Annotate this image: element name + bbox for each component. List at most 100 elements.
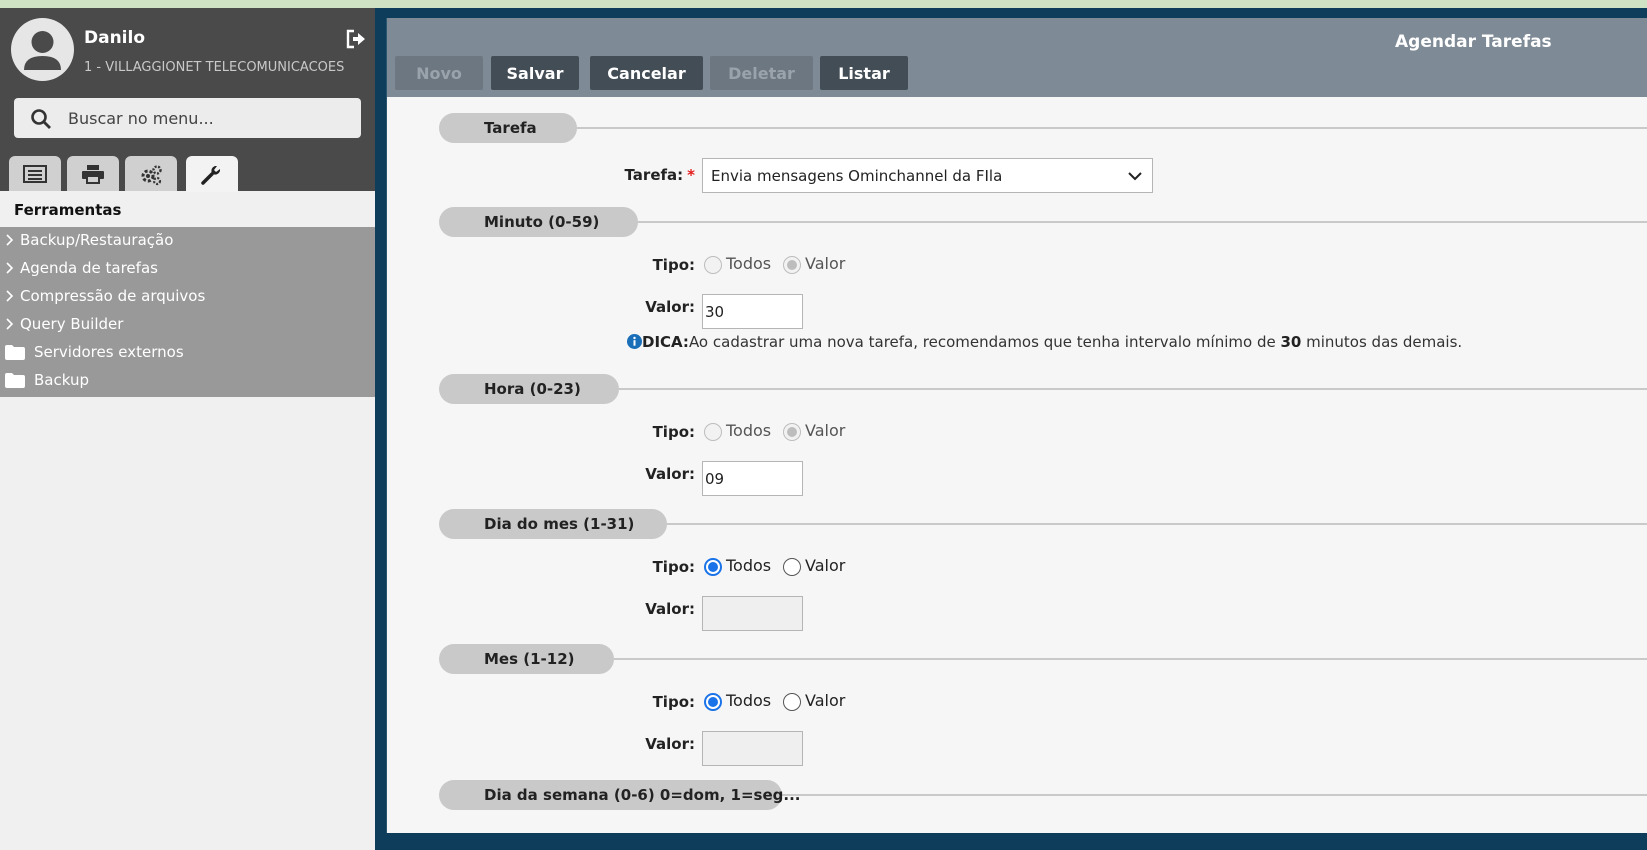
deletar-button[interactable]: Deletar (710, 56, 813, 90)
browser-top-strip (0, 0, 1647, 8)
hora-valor-radio[interactable] (783, 423, 801, 441)
tab-print[interactable] (67, 156, 119, 191)
tab-list[interactable] (9, 156, 61, 191)
mes-valor-input[interactable] (702, 731, 803, 766)
list-icon (23, 165, 47, 183)
folder-icon (5, 345, 25, 360)
tip-suffix: minutos das demais. (1301, 333, 1463, 351)
section-divider (572, 658, 1647, 660)
chevron-right-icon (6, 318, 14, 330)
menu-search-box (14, 98, 361, 138)
tab-settings[interactable] (125, 156, 177, 191)
mes-valor-radio[interactable] (783, 693, 801, 711)
section-divider (547, 127, 1647, 129)
section-dia-mes: Dia do mes (1-31) (439, 509, 667, 539)
gears-icon (141, 165, 162, 186)
dia-mes-valor-input[interactable] (702, 596, 803, 631)
tip-prefix: DICA: (642, 333, 689, 351)
sidebar-item-label: Servidores externos (34, 343, 184, 361)
salvar-button[interactable]: Salvar (491, 56, 579, 90)
sidebar-item-label: Agenda de tarefas (20, 259, 158, 277)
sidebar-item-agenda-tarefas[interactable]: Agenda de tarefas (0, 255, 375, 282)
sidebar-item-label: Query Builder (20, 315, 124, 333)
minuto-tip: DICA:Ao cadastrar uma nova tarefa, recom… (627, 333, 1462, 351)
sidebar-item-query-builder[interactable]: Query Builder (0, 311, 375, 338)
tarefa-select[interactable]: Envia mensagens Ominchannel da FIla (702, 158, 1153, 193)
hora-todos-label: Todos (726, 421, 772, 440)
dia-mes-tipo-label: Tipo: (652, 558, 695, 576)
section-minuto: Minuto (0-59) (439, 207, 638, 237)
menu-search-input[interactable] (68, 98, 348, 138)
user-name: Danilo (84, 28, 146, 48)
sidebar-item-label: Compressão de arquivos (20, 287, 206, 305)
listar-button[interactable]: Listar (820, 56, 908, 90)
print-icon (82, 165, 104, 184)
mes-valor-field-label: Valor: (645, 735, 695, 753)
tarefa-label-text: Tarefa: (624, 166, 684, 184)
mes-tipo-label: Tipo: (652, 693, 695, 711)
chevron-right-icon (6, 262, 14, 274)
chevron-right-icon (6, 234, 14, 246)
chevron-right-icon (6, 290, 14, 302)
sidebar-section-title: Ferramentas (14, 201, 122, 219)
folder-icon (5, 373, 25, 388)
minuto-valor-input[interactable] (702, 294, 803, 329)
dia-mes-todos-label: Todos (726, 556, 772, 575)
minuto-valor-radio[interactable] (783, 256, 801, 274)
hora-valor-field-label: Valor: (645, 465, 695, 483)
sidebar-item-backup-restauracao[interactable]: Backup/Restauração (0, 227, 375, 254)
tip-bold-value: 30 (1280, 333, 1302, 351)
sidebar-item-label: Backup (34, 371, 89, 389)
minuto-todos-label: Todos (726, 254, 772, 273)
section-divider (622, 523, 1647, 525)
window-toolbar: Agendar Tarefas Novo Salvar Cancelar Del… (387, 18, 1647, 97)
novo-button[interactable]: Novo (395, 56, 483, 90)
section-divider (762, 794, 1647, 796)
agendar-tarefas-window: Agendar Tarefas Novo Salvar Cancelar Del… (386, 18, 1647, 833)
sidebar-header: Danilo 1 - VILLAGGIONET TELECOMUNICACOES (0, 8, 375, 192)
dia-mes-valor-label: Valor (805, 556, 846, 575)
mes-todos-radio[interactable] (704, 693, 722, 711)
section-hora: Hora (0-23) (439, 374, 619, 404)
minuto-tipo-label: Tipo: (652, 256, 695, 274)
info-icon (627, 334, 642, 349)
section-dia-semana: Dia da semana (0-6) 0=dom, 1=seg... (439, 780, 800, 810)
minuto-valor-field-label: Valor: (645, 298, 695, 316)
hora-tipo-label: Tipo: (652, 423, 695, 441)
chevron-down-icon (1128, 172, 1142, 181)
mes-todos-label: Todos (726, 691, 772, 710)
user-avatar-icon (11, 18, 74, 81)
logout-icon[interactable] (345, 28, 367, 50)
mes-valor-label: Valor (805, 691, 846, 710)
hora-valor-label: Valor (805, 421, 846, 440)
dia-mes-todos-radio[interactable] (704, 558, 722, 576)
section-mes: Mes (1-12) (439, 644, 614, 674)
sidebar-item-servidores-externos[interactable]: Servidores externos (0, 339, 375, 366)
hora-todos-radio[interactable] (704, 423, 722, 441)
tab-tools[interactable] (186, 156, 238, 192)
tarefa-label: Tarefa: * (615, 166, 696, 184)
search-icon (30, 108, 52, 130)
minuto-todos-radio[interactable] (704, 256, 722, 274)
sidebar: Danilo 1 - VILLAGGIONET TELECOMUNICACOES (0, 8, 375, 850)
sidebar-menu-list: Backup/Restauração Agenda de tarefas Com… (0, 227, 375, 397)
form-content: Tarefa Tarefa: * Envia mensagens Ominchan… (387, 97, 1647, 833)
tarefa-select-value: Envia mensagens Ominchannel da FIla (711, 167, 1003, 185)
hora-valor-input[interactable] (702, 461, 803, 496)
user-company: 1 - VILLAGGIONET TELECOMUNICACOES (84, 60, 345, 75)
wrench-icon (201, 166, 220, 185)
section-divider (577, 388, 1647, 390)
sidebar-item-backup[interactable]: Backup (0, 367, 375, 394)
window-title: Agendar Tarefas (1395, 32, 1552, 52)
section-divider (597, 221, 1647, 223)
section-tarefa: Tarefa (439, 113, 577, 143)
dia-mes-valor-field-label: Valor: (645, 600, 695, 618)
sidebar-item-label: Backup/Restauração (20, 231, 174, 249)
cancelar-button[interactable]: Cancelar (590, 56, 703, 90)
required-mark: * (687, 166, 695, 184)
tip-text: Ao cadastrar uma nova tarefa, recomendam… (688, 333, 1281, 351)
sidebar-item-compressao-arquivos[interactable]: Compressão de arquivos (0, 283, 375, 310)
dia-mes-valor-radio[interactable] (783, 558, 801, 576)
background-strip (375, 833, 1647, 850)
minuto-valor-label: Valor (805, 254, 846, 273)
